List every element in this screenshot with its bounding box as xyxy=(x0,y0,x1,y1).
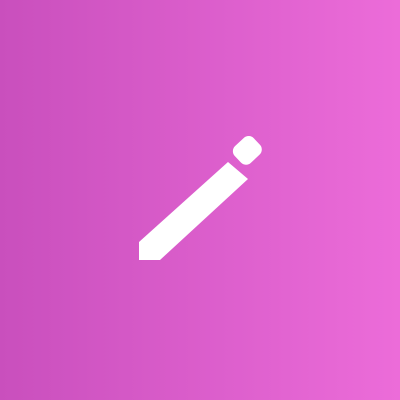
pencil-icon-container xyxy=(0,0,400,400)
pencil-body xyxy=(139,162,248,260)
pencil-eraser xyxy=(232,135,262,165)
pencil-app-tile[interactable] xyxy=(0,0,400,400)
pencil-icon xyxy=(139,135,262,260)
